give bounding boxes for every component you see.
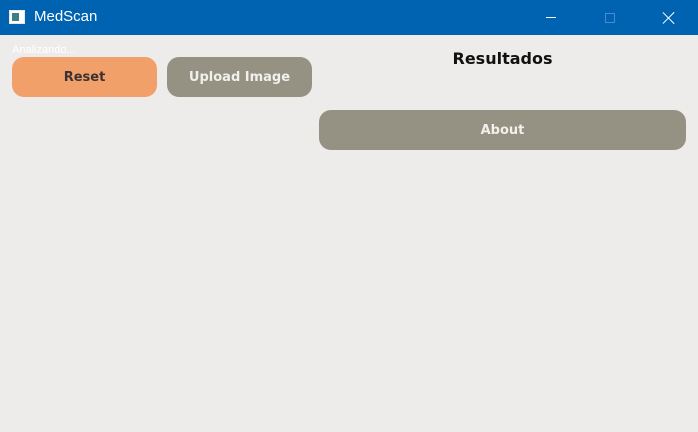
maximize-button[interactable]: [581, 0, 639, 35]
close-icon: [662, 11, 676, 25]
about-button[interactable]: About: [319, 110, 686, 150]
status-text: Analizando...: [12, 44, 76, 56]
minimize-icon: [546, 17, 556, 18]
window-title: MedScan: [34, 8, 98, 25]
results-title: Resultados: [452, 49, 553, 68]
app-icon: [9, 10, 25, 24]
app-window: MedScan Analizando... Reset Upload Image…: [0, 0, 698, 432]
reset-button[interactable]: Reset: [12, 57, 157, 97]
minimize-button[interactable]: [522, 0, 580, 35]
title-bar[interactable]: MedScan: [0, 0, 698, 35]
close-button[interactable]: [640, 0, 698, 35]
maximize-icon: [605, 12, 615, 23]
upload-image-button[interactable]: Upload Image: [167, 57, 312, 97]
